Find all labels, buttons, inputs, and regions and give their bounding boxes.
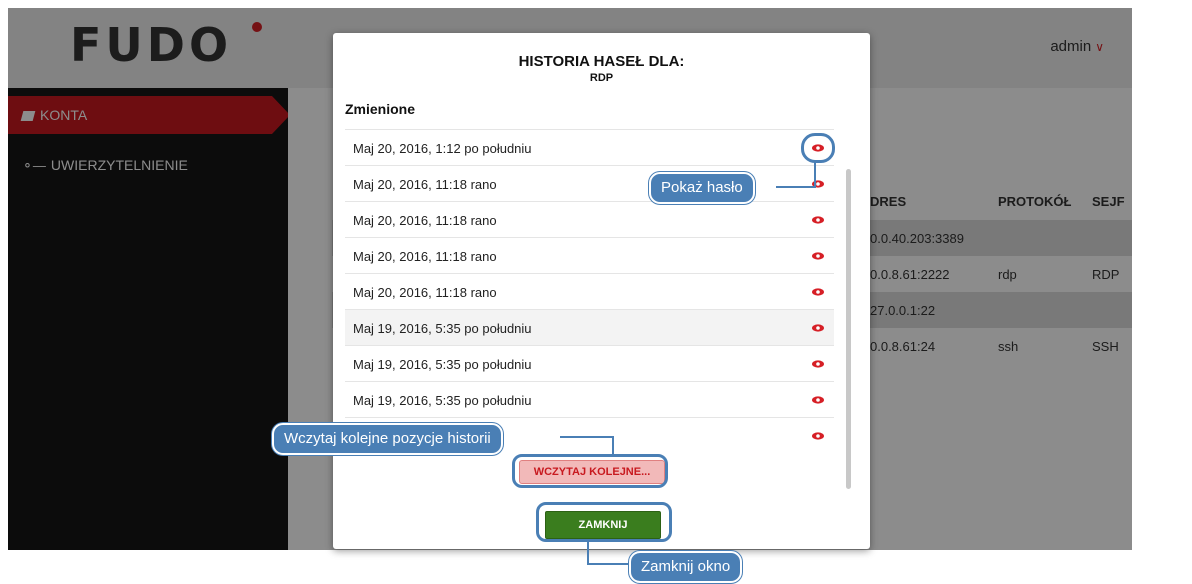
list-item: Maj 19, 2016, 5:35 po południu	[345, 309, 834, 345]
eye-icon[interactable]	[812, 430, 824, 442]
eye-icon[interactable]	[812, 358, 824, 370]
list-item: Maj 20, 2016, 11:18 rano	[345, 273, 834, 309]
eye-icon[interactable]	[812, 214, 824, 226]
entry-date: Maj 20, 2016, 11:18 rano	[353, 249, 497, 264]
list-item: Maj 20, 2016, 11:18 rano	[345, 165, 834, 201]
dialog-subtitle: RDP	[589, 72, 614, 84]
callout-line-show-password	[814, 162, 816, 188]
dialog-title: HISTORIA HASEŁ DLA:	[518, 53, 685, 70]
list-item: Maj 19, 2016, 5:35 po południu	[345, 381, 834, 417]
list-item: Maj 20, 2016, 1:12 po południu	[345, 129, 834, 165]
callout-line-load-more	[560, 436, 614, 438]
scrollbar-thumb[interactable]	[846, 169, 851, 489]
close-button-highlight	[536, 502, 672, 542]
entry-date: Maj 20, 2016, 11:18 rano	[353, 213, 497, 228]
entry-date: Maj 19, 2016, 5:35 po południu	[353, 393, 532, 408]
entry-date: Maj 20, 2016, 11:18 rano	[353, 177, 497, 192]
eye-icon[interactable]	[812, 322, 824, 334]
callout-line-close	[587, 563, 629, 565]
eye-icon-highlight	[801, 133, 835, 163]
eye-icon[interactable]	[812, 250, 824, 262]
callout-line-show-password	[776, 186, 816, 188]
section-label: Zmienione	[345, 101, 416, 117]
list-item: Maj 20, 2016, 11:18 rano	[345, 201, 834, 237]
callout-close: Zamknij okno	[629, 551, 743, 583]
list-item: Maj 19, 2016, 5:35 po południu	[345, 345, 834, 381]
history-list: Maj 20, 2016, 1:12 po południu Maj 20, 2…	[345, 129, 834, 453]
callout-load-more: Wczytaj kolejne pozycje historii	[272, 423, 503, 455]
entry-date: Maj 19, 2016, 5:35 po południu	[353, 321, 532, 336]
load-more-highlight	[512, 454, 668, 488]
list-item: Maj 20, 2016, 11:18 rano	[345, 237, 834, 273]
callout-show-password: Pokaż hasło	[649, 172, 755, 204]
callout-line-close	[587, 541, 589, 565]
callout-line-load-more	[612, 436, 614, 456]
eye-icon[interactable]	[812, 394, 824, 406]
entry-date: Maj 20, 2016, 11:18 rano	[353, 285, 497, 300]
entry-date: Maj 20, 2016, 1:12 po południu	[353, 141, 532, 156]
entry-date: Maj 19, 2016, 5:35 po południu	[353, 357, 532, 372]
scrollbar[interactable]	[846, 129, 853, 499]
eye-icon[interactable]	[812, 286, 824, 298]
